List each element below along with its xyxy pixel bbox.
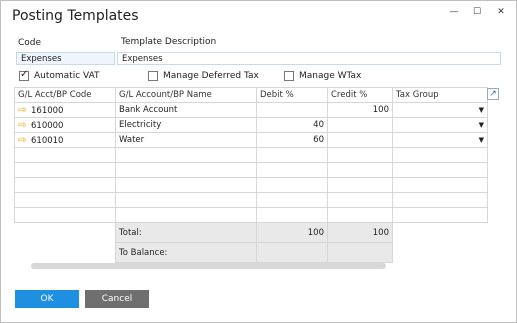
code-field[interactable]: Expenses [16, 52, 115, 65]
empty-cell[interactable] [14, 162, 116, 178]
debit-cell[interactable]: 60 [256, 132, 328, 148]
table-row: ⇨ 610010 Water 60 ▼ [14, 132, 488, 148]
automatic-vat-checkbox[interactable] [19, 69, 29, 81]
manage-wtax-checkbox[interactable] [284, 71, 294, 81]
column-header[interactable]: Credit % [327, 87, 393, 103]
ok-button[interactable]: OK [15, 290, 79, 308]
orange-arrow-icon[interactable]: ⇨ [18, 120, 29, 131]
code-cell[interactable]: ⇨ 610010 [14, 132, 116, 148]
empty-cell[interactable] [115, 192, 257, 208]
expand-arrow-icon[interactable]: ↗ [487, 88, 499, 100]
debit-cell[interactable] [256, 102, 328, 118]
empty-row [14, 177, 488, 193]
empty-cell[interactable] [327, 192, 393, 208]
balance-credit [327, 242, 393, 263]
name-cell[interactable]: Water [115, 132, 257, 148]
empty-cell[interactable] [115, 177, 257, 193]
manage-wtax-label: Manage WTax [299, 71, 362, 81]
empty-cell[interactable] [256, 192, 328, 208]
column-header[interactable]: Debit % [256, 87, 328, 103]
empty-cell[interactable] [14, 177, 116, 193]
orange-arrow-icon[interactable]: ⇨ [18, 105, 29, 116]
table-header-row: G/L Acct/BP Code G/L Account/BP Name Deb… [14, 87, 488, 103]
empty-cell[interactable] [115, 147, 257, 163]
empty-cell[interactable] [327, 162, 393, 178]
name-cell[interactable]: Electricity [115, 117, 257, 133]
code-value: 161000 [31, 105, 64, 116]
empty-row [14, 207, 488, 223]
tax-group-cell[interactable]: ▼ [392, 132, 488, 148]
empty-cell[interactable] [392, 162, 488, 178]
empty-cell[interactable] [392, 207, 488, 223]
manage-deferred-tax-label: Manage Deferred Tax [163, 71, 259, 81]
empty-cell[interactable] [256, 147, 328, 163]
empty-cell[interactable] [327, 177, 393, 193]
blank-cell [392, 222, 488, 243]
credit-cell[interactable] [327, 132, 393, 148]
empty-row [14, 162, 488, 178]
blank-cell [392, 242, 488, 263]
code-value: 610010 [31, 135, 64, 146]
total-row: Total: 100 100 [14, 222, 488, 243]
manage-deferred-tax-checkbox[interactable] [148, 71, 158, 81]
orange-arrow-icon[interactable]: ⇨ [18, 135, 29, 146]
close-icon[interactable]: ✕ [493, 7, 509, 23]
balance-label: To Balance: [115, 242, 257, 263]
empty-row [14, 147, 488, 163]
credit-cell[interactable] [327, 117, 393, 133]
total-credit: 100 [327, 222, 393, 243]
minimize-icon[interactable]: — [446, 7, 462, 23]
blank-cell [14, 222, 116, 243]
credit-cell[interactable]: 100 [327, 102, 393, 118]
dropdown-triangle-icon[interactable]: ▼ [479, 121, 484, 129]
empty-cell[interactable] [115, 162, 257, 178]
code-cell[interactable]: ⇨ 161000 [14, 102, 116, 118]
total-label: Total: [115, 222, 257, 243]
empty-cell[interactable] [14, 192, 116, 208]
table-row: ⇨ 610000 Electricity 40 ▼ [14, 117, 488, 133]
cancel-button[interactable]: Cancel [85, 290, 149, 308]
empty-cell[interactable] [392, 192, 488, 208]
empty-cell[interactable] [14, 147, 116, 163]
empty-cell[interactable] [256, 162, 328, 178]
maximize-icon[interactable]: ☐ [469, 7, 485, 23]
empty-cell[interactable] [256, 177, 328, 193]
empty-row [14, 192, 488, 208]
empty-cell[interactable] [115, 207, 257, 223]
balance-debit [256, 242, 328, 263]
dropdown-triangle-icon[interactable]: ▼ [479, 106, 484, 114]
total-debit: 100 [256, 222, 328, 243]
window-title: Posting Templates [12, 8, 139, 24]
posting-lines-table: G/L Acct/BP Code G/L Account/BP Name Deb… [14, 87, 488, 263]
automatic-vat-label: Automatic VAT [34, 71, 100, 81]
code-value: 610000 [31, 120, 64, 131]
empty-cell[interactable] [392, 177, 488, 193]
dropdown-triangle-icon[interactable]: ▼ [479, 136, 484, 144]
column-header[interactable]: G/L Acct/BP Code [14, 87, 116, 103]
code-cell[interactable]: ⇨ 610000 [14, 117, 116, 133]
empty-cell[interactable] [256, 207, 328, 223]
tax-group-cell[interactable]: ▼ [392, 102, 488, 118]
posting-templates-window: Posting Templates — ☐ ✕ Code Template De… [0, 0, 517, 323]
name-cell[interactable]: Bank Account [115, 102, 257, 118]
column-header[interactable]: G/L Account/BP Name [115, 87, 257, 103]
debit-cell[interactable]: 40 [256, 117, 328, 133]
tax-group-cell[interactable]: ▼ [392, 117, 488, 133]
empty-cell[interactable] [392, 147, 488, 163]
empty-cell[interactable] [327, 207, 393, 223]
horizontal-scrollbar[interactable] [31, 263, 386, 269]
template-description-field[interactable]: Expenses [117, 52, 501, 65]
template-description-label: Template Description [121, 37, 217, 47]
blank-cell [14, 242, 116, 263]
table-row: ⇨ 161000 Bank Account 100 ▼ [14, 102, 488, 118]
empty-cell[interactable] [14, 207, 116, 223]
column-header[interactable]: Tax Group [392, 87, 488, 103]
balance-row: To Balance: [14, 242, 488, 263]
empty-cell[interactable] [327, 147, 393, 163]
code-label: Code [18, 38, 42, 48]
